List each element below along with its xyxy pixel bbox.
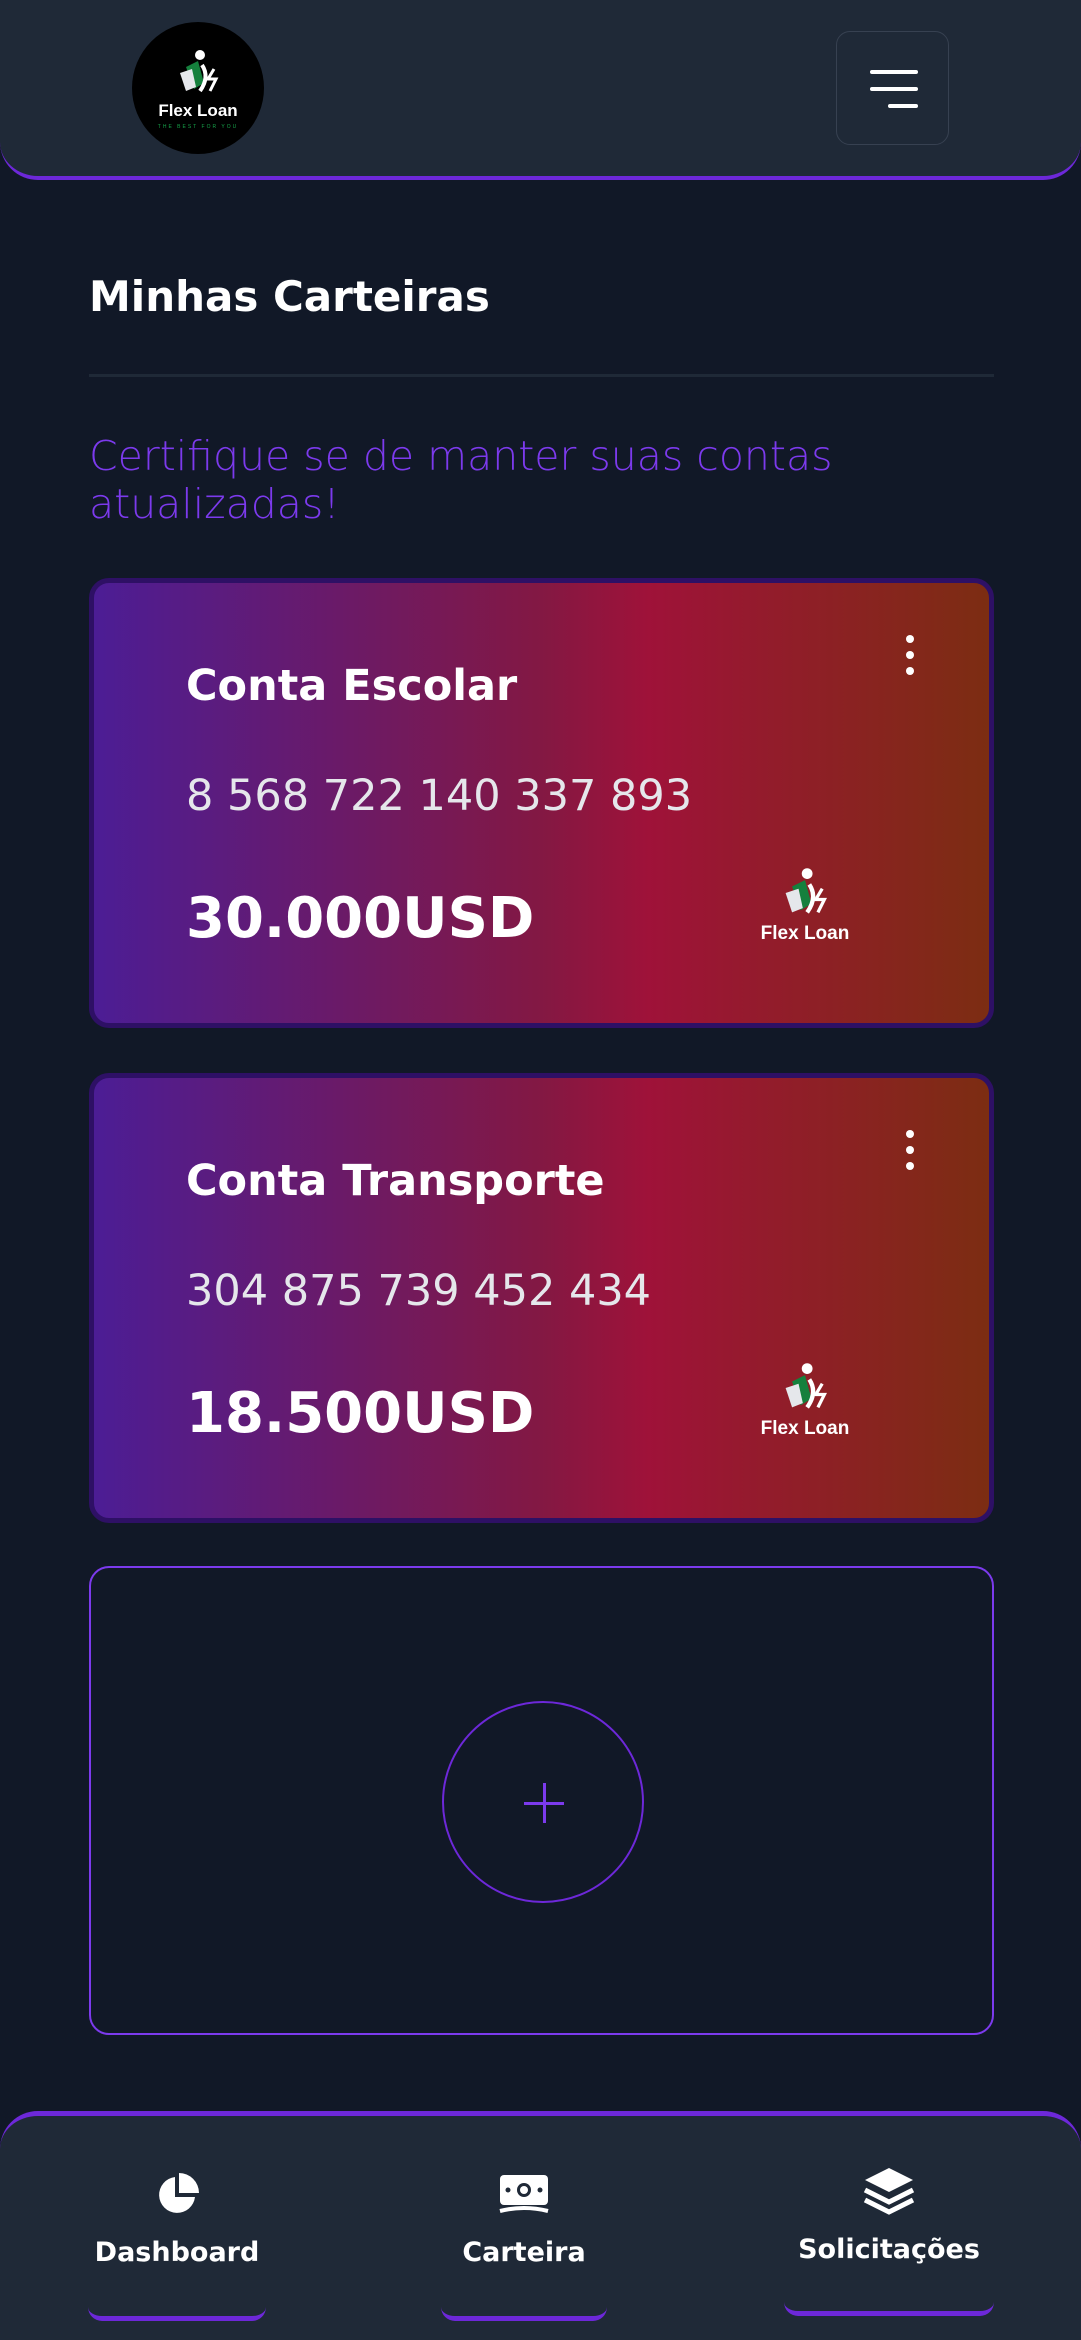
- add-wallet-button[interactable]: [442, 1701, 644, 1903]
- bottom-navigation: Dashboard Carteira Solicitações: [0, 2111, 1081, 2340]
- wallet-name: Conta Transporte: [186, 1156, 605, 1206]
- nav-indicator: [784, 2302, 994, 2316]
- nav-dashboard[interactable]: Dashboard: [88, 2171, 266, 2321]
- nav-label: Carteira: [462, 2237, 586, 2268]
- wallet-card[interactable]: Conta Escolar 8 568 722 140 337 893 30.0…: [89, 578, 994, 1028]
- page-subtitle: Certifique se de manter suas contas atua…: [89, 432, 833, 528]
- more-options-icon[interactable]: [902, 635, 918, 685]
- add-wallet-card[interactable]: [89, 1566, 994, 2035]
- nav-label: Solicitações: [798, 2234, 980, 2265]
- nav-label: Dashboard: [94, 2237, 260, 2268]
- logo-mark-icon: [785, 868, 827, 914]
- app-header: Flex Loan THE BEST FOR YOU: [0, 0, 1081, 180]
- nav-indicator: [441, 2307, 607, 2321]
- nav-indicator: [88, 2307, 266, 2321]
- card-logo: Flex Loan: [750, 865, 860, 965]
- wallet-card[interactable]: Conta Transporte 304 875 739 452 434 18.…: [89, 1073, 994, 1523]
- pie-chart-icon: [159, 2173, 199, 2213]
- page-title: Minhas Carteiras: [89, 272, 490, 321]
- money-icon: [499, 2175, 549, 2213]
- wallet-number: 304 875 739 452 434: [186, 1266, 652, 1316]
- nav-carteira[interactable]: Carteira: [441, 2171, 607, 2321]
- logo-mark-icon: [180, 49, 219, 92]
- wallet-amount: 30.000USD: [186, 886, 535, 951]
- menu-button[interactable]: [836, 31, 949, 145]
- wallet-amount: 18.500USD: [186, 1381, 535, 1446]
- card-logo-text: Flex Loan: [760, 923, 850, 944]
- wallet-name: Conta Escolar: [186, 661, 518, 711]
- flex-loan-logo[interactable]: Flex Loan THE BEST FOR YOU: [132, 22, 264, 154]
- logo-mark-icon: [785, 1363, 827, 1409]
- logo-text: Flex Loan: [158, 100, 238, 120]
- divider: [89, 374, 994, 377]
- layers-icon: [863, 2168, 915, 2215]
- card-logo-text: Flex Loan: [760, 1418, 850, 1439]
- card-logo: Flex Loan: [750, 1360, 860, 1460]
- nav-solicitacoes[interactable]: Solicitações: [784, 2166, 994, 2316]
- wallet-number: 8 568 722 140 337 893: [186, 771, 693, 821]
- more-options-icon[interactable]: [902, 1130, 918, 1180]
- logo-tagline: THE BEST FOR YOU: [157, 123, 239, 130]
